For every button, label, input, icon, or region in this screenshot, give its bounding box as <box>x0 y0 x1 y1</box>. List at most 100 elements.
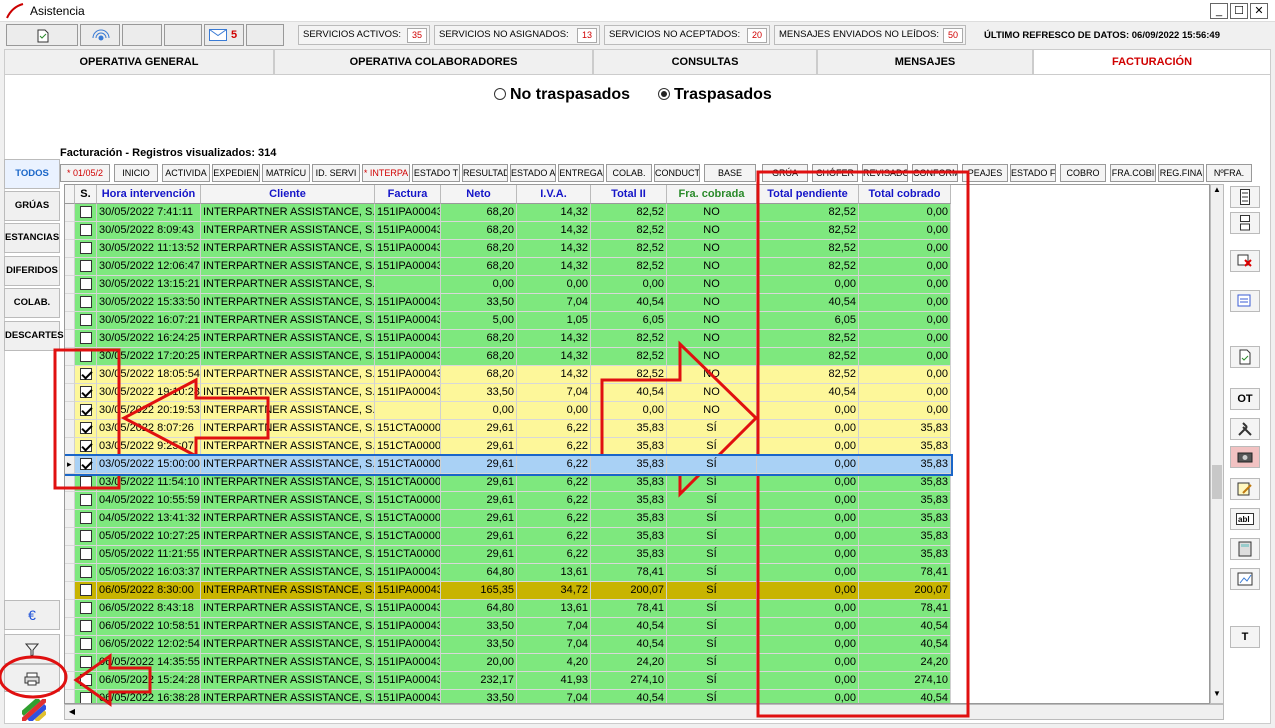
grid-cell-s[interactable] <box>75 636 97 654</box>
grid-cell-s[interactable] <box>75 654 97 672</box>
grid-cell-s[interactable] <box>75 474 97 492</box>
filter-button-9[interactable]: ESTADO A <box>510 164 556 182</box>
grid-header-cell-5[interactable]: Neto <box>441 185 517 204</box>
toolbar-button-empty-3[interactable] <box>246 24 284 46</box>
filter-button-19[interactable]: ESTADO F <box>1010 164 1056 182</box>
row-checkbox[interactable] <box>79 602 92 614</box>
filter-button-4[interactable]: MATRÍCU <box>262 164 310 182</box>
chart-button[interactable] <box>1230 568 1260 590</box>
table-row[interactable]: 30/05/2022 17:20:25 INTERPARTNER ASSISTAN… <box>65 348 951 366</box>
mail-button[interactable]: 5 <box>204 24 244 46</box>
document-button[interactable] <box>6 24 78 46</box>
table-row[interactable]: 06/05/2022 15:24:28 INTERPARTNER ASSISTAN… <box>65 672 951 690</box>
row-checkbox[interactable] <box>79 350 92 362</box>
grid-header-cell-3[interactable]: Cliente <box>201 185 375 204</box>
table-row[interactable]: 06/05/2022 8:43:18 INTERPARTNER ASSISTANC… <box>65 600 951 618</box>
table-row[interactable]: 30/05/2022 19:10:28 INTERPARTNER ASSISTAN… <box>65 384 951 402</box>
tab-consultas[interactable]: CONSULTAS <box>593 49 817 74</box>
text-field-button[interactable]: abl <box>1230 508 1260 530</box>
grid-cell-s[interactable] <box>75 294 97 312</box>
row-checkbox[interactable] <box>79 584 92 596</box>
close-button[interactable]: ✕ <box>1250 3 1268 19</box>
t-button[interactable]: T <box>1230 626 1260 648</box>
filter-button-6[interactable]: * INTERPA <box>362 164 410 182</box>
row-checkbox[interactable] <box>79 494 92 506</box>
grid-header-cell-2[interactable]: Hora intervención <box>97 185 201 204</box>
tab-operativa-general[interactable]: OPERATIVA GENERAL <box>4 49 274 74</box>
filter-button-10[interactable]: ENTREGA <box>558 164 604 182</box>
grid-header-cell-1[interactable]: S. <box>75 185 97 204</box>
row-checkbox[interactable] <box>79 206 92 218</box>
row-checkbox[interactable] <box>79 386 92 398</box>
filter-button-23[interactable]: NºFRA. <box>1206 164 1252 182</box>
left-nav-0[interactable]: TODOS <box>4 159 60 189</box>
table-row[interactable]: 30/05/2022 8:09:43 INTERPARTNER ASSISTANC… <box>65 222 951 240</box>
grid-cell-s[interactable] <box>75 366 97 384</box>
print-button[interactable] <box>4 664 60 692</box>
filter-button-8[interactable]: RESULTAD <box>462 164 508 182</box>
color-palette-icon[interactable] <box>22 699 46 721</box>
grid-cell-s[interactable] <box>75 402 97 420</box>
row-checkbox[interactable] <box>79 566 92 578</box>
edit-calendar-button[interactable] <box>1230 290 1260 312</box>
filter-button-22[interactable]: REG.FINA <box>1158 164 1204 182</box>
table-row[interactable]: ▸ 03/05/2022 15:00:00 INTERPARTNER ASSISTA… <box>65 454 953 476</box>
filter-button-12[interactable]: CONDUCT <box>654 164 700 182</box>
grid-header-cell-8[interactable]: Fra. cobrada <box>667 185 757 204</box>
table-row[interactable]: 04/05/2022 13:41:32 INTERPARTNER ASSISTAN… <box>65 510 951 528</box>
calculator2-button[interactable] <box>1230 538 1260 560</box>
row-checkbox[interactable] <box>79 458 92 470</box>
row-checkbox[interactable] <box>79 404 92 416</box>
filter-button-18[interactable]: PEAJES <box>962 164 1008 182</box>
row-checkbox[interactable] <box>79 224 92 236</box>
table-row[interactable]: 06/05/2022 10:58:51 INTERPARTNER ASSISTAN… <box>65 618 951 636</box>
grid-cell-s[interactable] <box>75 348 97 366</box>
camera-button[interactable] <box>1230 446 1260 468</box>
table-row[interactable]: 05/05/2022 11:21:55 INTERPARTNER ASSISTAN… <box>65 546 951 564</box>
window-split-button[interactable] <box>1230 212 1260 234</box>
row-checkbox[interactable] <box>79 296 92 308</box>
grid-cell-s[interactable] <box>75 510 97 528</box>
left-nav-3[interactable]: DIFERIDOS <box>4 256 60 286</box>
tools-button[interactable] <box>1230 418 1260 440</box>
grid-cell-s[interactable] <box>75 312 97 330</box>
table-row[interactable]: 03/05/2022 11:54:10 INTERPARTNER ASSISTAN… <box>65 474 951 492</box>
filter-button-5[interactable]: ID. SERVI <box>312 164 360 182</box>
signal-button[interactable] <box>80 24 120 46</box>
table-row[interactable]: 06/05/2022 14:35:55 INTERPARTNER ASSISTAN… <box>65 654 951 672</box>
minimize-button[interactable]: _ <box>1210 3 1228 19</box>
table-row[interactable]: 06/05/2022 12:02:54 INTERPARTNER ASSISTAN… <box>65 636 951 654</box>
grid-header-cell-7[interactable]: Total II <box>591 185 667 204</box>
grid-cell-s[interactable] <box>75 384 97 402</box>
grid-cell-s[interactable] <box>75 600 97 618</box>
toolbar-button-empty-1[interactable] <box>122 24 162 46</box>
scroll-thumb[interactable] <box>1212 465 1222 499</box>
row-checkbox[interactable] <box>79 278 92 290</box>
left-nav-5[interactable]: DESCARTES <box>4 321 64 351</box>
row-checkbox[interactable] <box>79 656 92 668</box>
table-row[interactable]: 05/05/2022 16:03:37 INTERPARTNER ASSISTAN… <box>65 564 951 582</box>
grid-cell-s[interactable] <box>75 330 97 348</box>
table-row[interactable]: 30/05/2022 15:33:50 INTERPARTNER ASSISTAN… <box>65 294 951 312</box>
row-checkbox[interactable] <box>79 368 92 380</box>
radio-traspasados[interactable]: Traspasados <box>658 86 772 104</box>
row-checkbox[interactable] <box>79 242 92 254</box>
grid-cell-s[interactable] <box>75 276 97 294</box>
grid-cell-s[interactable] <box>75 222 97 240</box>
row-checkbox[interactable] <box>79 314 92 326</box>
ot-button[interactable]: OT <box>1230 388 1260 410</box>
grid-header-cell-6[interactable]: I.V.A. <box>517 185 591 204</box>
row-checkbox[interactable] <box>79 674 92 686</box>
grid-cell-s[interactable] <box>75 582 97 600</box>
row-checkbox[interactable] <box>79 260 92 272</box>
delete-row-button[interactable] <box>1230 250 1260 272</box>
filter-button-21[interactable]: FRA.COBI <box>1110 164 1156 182</box>
row-checkbox[interactable] <box>79 476 92 488</box>
table-row[interactable]: 03/05/2022 9:25:07 INTERPARTNER ASSISTANC… <box>65 438 951 456</box>
grid-cell-s[interactable] <box>75 672 97 690</box>
filter-button-0[interactable]: * 01/05/2 <box>60 164 110 182</box>
grid-cell-s[interactable] <box>75 492 97 510</box>
row-checkbox[interactable] <box>79 692 92 703</box>
scroll-left-icon[interactable]: ◀ <box>65 705 79 719</box>
filter-button-1[interactable]: INICIO <box>114 164 158 182</box>
